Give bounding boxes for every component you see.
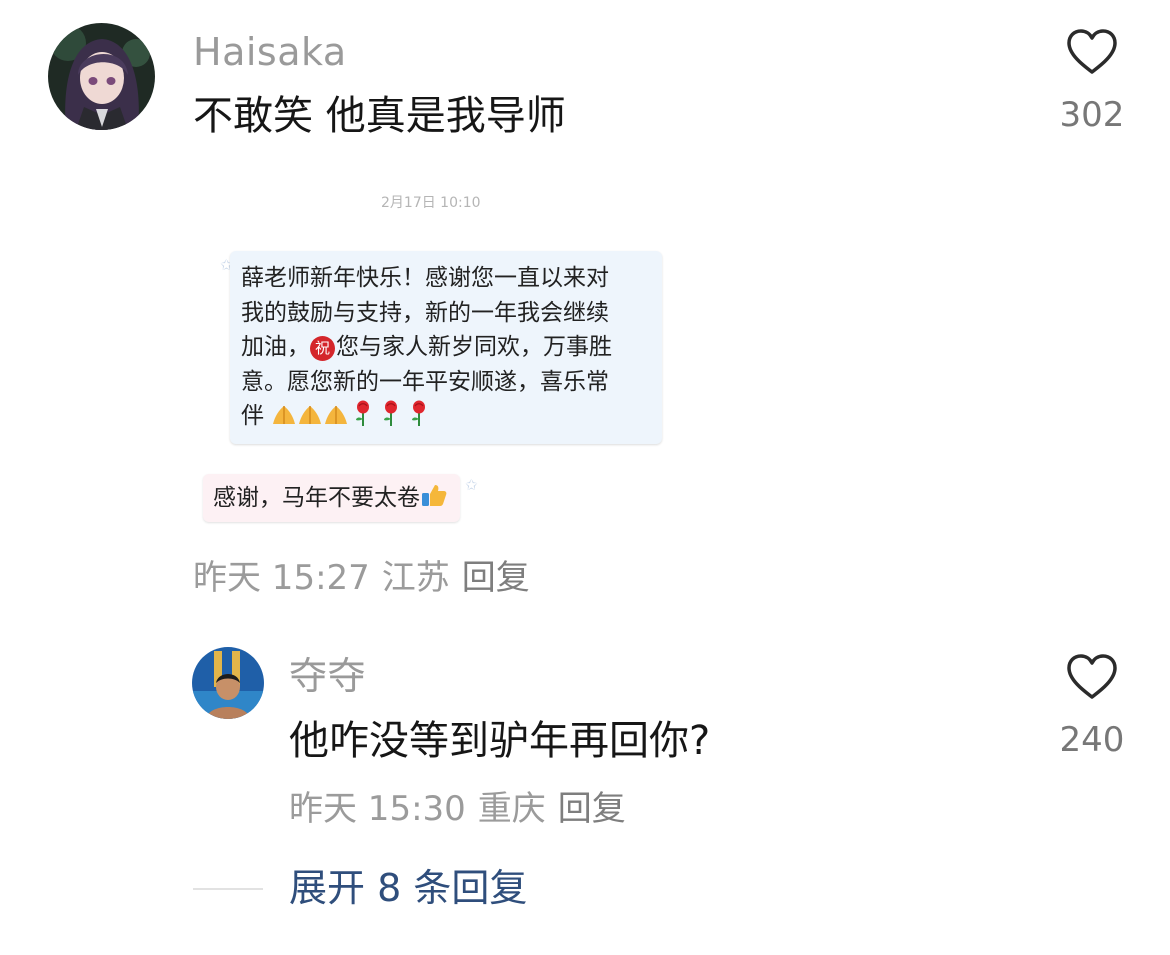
comment-attached-image[interactable]: 2月17日 10:10 ✩ 薛老师新年快乐！感谢您一直以来对 我的鼓励与支持，新…: [193, 172, 683, 537]
reply-time: 昨天 15:30: [289, 789, 466, 829]
like-count: 240: [1059, 720, 1125, 760]
sent-line: 伴: [241, 399, 652, 434]
praying-hands-emoji: [325, 406, 348, 424]
reply-button[interactable]: 回复: [462, 558, 530, 598]
heart-outline-icon: [1067, 654, 1117, 699]
rose-emoji: [412, 400, 426, 426]
reply-text: 他咋没等到驴年再回你?: [289, 718, 711, 764]
like-count: 302: [1059, 95, 1125, 135]
reply-button[interactable]: 回复: [558, 789, 626, 829]
reply-location: 重庆: [477, 789, 546, 829]
comment-username[interactable]: Haisaka: [193, 33, 347, 71]
rose-emoji: [384, 400, 398, 426]
sent-line: 薛老师新年快乐！感谢您一直以来对: [241, 265, 609, 291]
bless-badge-icon: 祝: [310, 336, 335, 361]
heart-outline-icon: [1067, 29, 1117, 74]
like-button[interactable]: 240: [1047, 653, 1137, 757]
avatar-haisaka[interactable]: [48, 23, 155, 130]
sent-line: 意。愿您新的一年平安顺遂，喜乐常: [241, 368, 609, 395]
sent-line: 加油，祝您与家人新岁同欢，万事胜: [241, 334, 612, 361]
thumbs-up-emoji: [422, 485, 447, 506]
received-text: 感谢，马年不要太卷: [213, 485, 420, 511]
comment-text: 不敢笑 他真是我导师: [193, 93, 566, 139]
reply-meta: 昨天 15:30 重庆 回复: [289, 792, 638, 826]
comment-meta: 昨天 15:27 江苏 回复: [193, 561, 542, 595]
praying-hands-emoji: [273, 406, 296, 424]
expand-replies-button[interactable]: 展开 8 条回复: [289, 869, 527, 907]
rose-emoji: [356, 400, 370, 426]
sent-line: 我的鼓励与支持，新的一年我会继续: [241, 299, 609, 326]
avatar-duoduo[interactable]: [192, 647, 264, 719]
reply-username[interactable]: 夺夺: [289, 657, 366, 695]
like-button[interactable]: 302: [1047, 28, 1137, 132]
chat-timestamp: 2月17日 10:10: [381, 195, 481, 211]
comment-location: 江苏: [381, 558, 450, 598]
comment-time: 昨天 15:27: [193, 558, 370, 598]
sent-message-bubble: 薛老师新年快乐！感谢您一直以来对 我的鼓励与支持，新的一年我会继续 加油，祝您与…: [230, 251, 662, 444]
received-message-bubble: 感谢，马年不要太卷: [203, 474, 460, 522]
anime-girl-avatar-icon: [48, 23, 155, 130]
star-decoration-icon: ✩: [465, 476, 478, 494]
swimmer-avatar-icon: [192, 647, 264, 719]
praying-hands-emoji: [299, 406, 322, 424]
expand-divider: [193, 888, 263, 890]
